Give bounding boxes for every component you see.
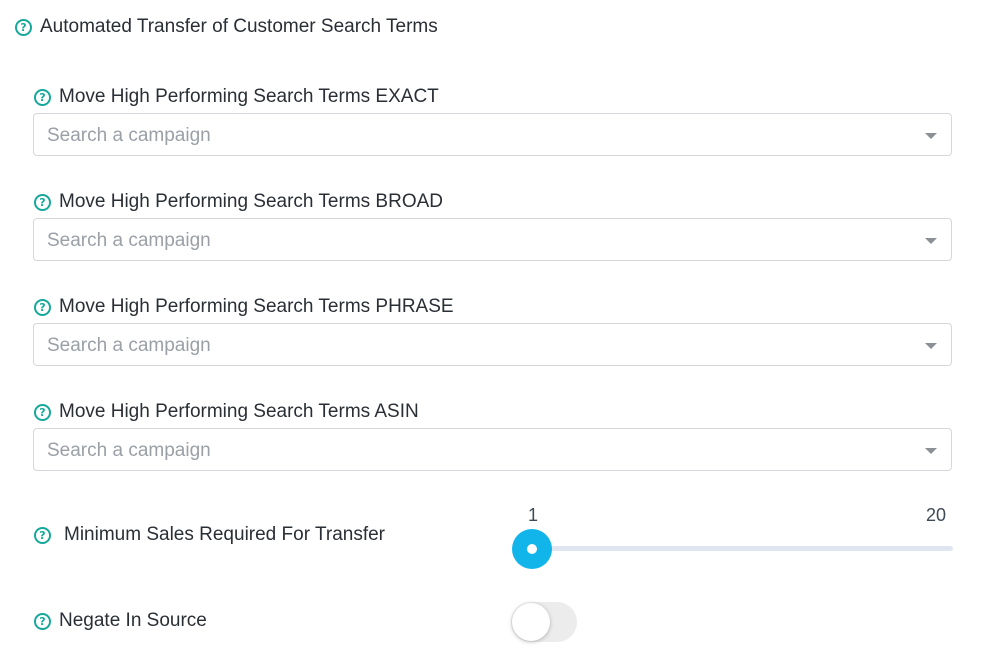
chevron-down-icon (925, 448, 937, 454)
exact-label-text: Move High Performing Search Terms EXACT (59, 86, 439, 107)
help-icon[interactable]: ? (34, 88, 51, 106)
exact-campaign-placeholder: Search a campaign (47, 125, 211, 146)
phrase-campaign-select[interactable]: Search a campaign (33, 323, 952, 366)
chevron-down-icon (925, 343, 937, 349)
exact-campaign-select[interactable]: Search a campaign (33, 113, 952, 156)
min-sales-slider-track[interactable] (532, 546, 953, 551)
broad-campaign-select[interactable]: Search a campaign (33, 218, 952, 261)
min-sales-label-text: Minimum Sales Required For Transfer (64, 524, 385, 545)
asin-campaign-placeholder: Search a campaign (47, 440, 211, 461)
help-icon[interactable]: ? (34, 526, 51, 544)
help-icon[interactable]: ? (34, 403, 51, 421)
toggle-knob (512, 603, 550, 641)
phrase-label-text: Move High Performing Search Terms PHRASE (59, 296, 454, 317)
phrase-campaign-placeholder: Search a campaign (47, 335, 211, 356)
negate-in-source-label-text: Negate In Source (59, 610, 207, 631)
slider-max-label: 20 (926, 505, 947, 525)
help-icon[interactable]: ? (34, 298, 51, 316)
chevron-down-icon (925, 238, 937, 244)
negate-in-source-label: ? Negate In Source (34, 610, 207, 632)
asin-label: ? Move High Performing Search Terms ASIN (34, 401, 419, 423)
help-icon[interactable]: ? (15, 18, 32, 36)
asin-campaign-select[interactable]: Search a campaign (33, 428, 952, 471)
min-sales-label: ? Minimum Sales Required For Transfer (34, 524, 385, 546)
broad-campaign-placeholder: Search a campaign (47, 230, 211, 251)
broad-label: ? Move High Performing Search Terms BROA… (34, 191, 443, 213)
asin-label-text: Move High Performing Search Terms ASIN (59, 401, 419, 422)
exact-label: ? Move High Performing Search Terms EXAC… (34, 86, 439, 108)
section-title: ? Automated Transfer of Customer Search … (15, 16, 438, 38)
phrase-label: ? Move High Performing Search Terms PHRA… (34, 296, 454, 318)
help-icon[interactable]: ? (34, 612, 51, 630)
min-sales-slider-handle[interactable] (512, 529, 552, 569)
slider-handle-dot (527, 544, 537, 554)
chevron-down-icon (925, 133, 937, 139)
section-title-text: Automated Transfer of Customer Search Te… (40, 16, 438, 37)
negate-in-source-toggle[interactable] (511, 602, 577, 642)
slider-min-label: 1 (528, 505, 539, 525)
broad-label-text: Move High Performing Search Terms BROAD (59, 191, 443, 212)
help-icon[interactable]: ? (34, 193, 51, 211)
